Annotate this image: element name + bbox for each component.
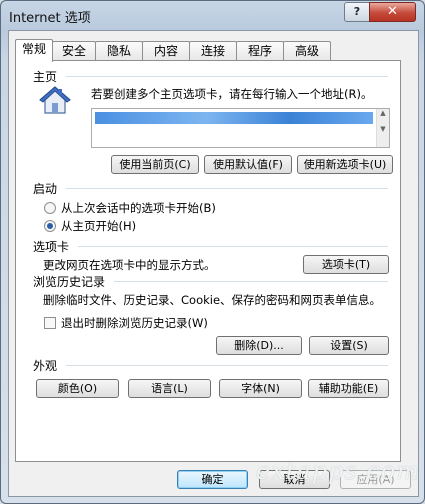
title-bar[interactable]: Internet 选项 ? ✕ xyxy=(1,1,424,29)
startup-home-page-label[interactable]: 从主页开始(H) xyxy=(61,218,136,234)
tabs-section-title: 选项卡 xyxy=(33,240,70,254)
startup-section-title: 启动 xyxy=(33,182,58,196)
appearance-divider xyxy=(66,365,388,366)
delete-history-button[interactable]: 删除(D)... xyxy=(216,336,302,355)
home-page-url-field[interactable]: ▲ ▼ xyxy=(91,108,390,148)
help-button[interactable]: ? xyxy=(344,2,370,22)
use-current-button[interactable]: 使用当前页(C) xyxy=(111,155,199,174)
colors-button[interactable]: 颜色(O) xyxy=(36,379,119,398)
tab-connections[interactable]: 连接 xyxy=(189,41,237,61)
internet-options-window: Internet 选项 ? ✕ 常规 安全 隐私 内容 连接 程序 高级 主页 xyxy=(0,0,425,504)
use-default-button[interactable]: 使用默认值(F) xyxy=(204,155,292,174)
tab-general[interactable]: 常规 xyxy=(15,39,53,62)
ok-button[interactable]: 确定 xyxy=(177,470,248,489)
delete-on-exit-label[interactable]: 退出时删除浏览历史记录(W) xyxy=(61,315,208,331)
accessibility-button[interactable]: 辅助功能(E) xyxy=(308,379,389,398)
tabs-settings-button[interactable]: 选项卡(T) xyxy=(303,255,389,274)
tabs-divider xyxy=(78,246,388,247)
tab-advanced[interactable]: 高级 xyxy=(283,41,331,61)
window-title: Internet 选项 xyxy=(9,11,91,26)
startup-last-session-radio[interactable] xyxy=(44,202,56,214)
history-description: 删除临时文件、历史记录、Cookie、保存的密码和网页表单信息。 xyxy=(43,293,382,307)
history-settings-button[interactable]: 设置(S) xyxy=(309,336,389,355)
tab-programs[interactable]: 程序 xyxy=(236,41,284,61)
startup-home-page-radio[interactable] xyxy=(44,220,56,232)
appearance-section-title: 外观 xyxy=(33,359,58,373)
general-tab-panel: 主页 若要创建多个主页选项卡，请在每行输入一个地址(R)。 ▲ ▼ 使用当前页(C… xyxy=(15,60,401,462)
home-divider xyxy=(66,76,388,77)
watermark-logo: extapps.com xyxy=(256,457,421,485)
tabs-description: 更改网页在选项卡中的显示方式。 xyxy=(43,258,216,272)
selected-url-text xyxy=(95,112,373,124)
startup-divider xyxy=(66,188,388,189)
startup-last-session-label[interactable]: 从上次会话中的选项卡开始(B) xyxy=(61,200,216,216)
tab-security[interactable]: 安全 xyxy=(52,41,96,61)
use-new-tab-button[interactable]: 使用新选项卡(U) xyxy=(297,155,393,174)
url-field-scrollbar[interactable]: ▲ ▼ xyxy=(376,109,389,147)
dialog-client: 常规 安全 隐私 内容 连接 程序 高级 主页 若要创建多个主页选项卡，请在每行… xyxy=(8,30,419,497)
tab-content[interactable]: 内容 xyxy=(142,41,190,61)
history-divider xyxy=(114,281,388,282)
home-section-title: 主页 xyxy=(33,70,58,84)
delete-on-exit-checkbox[interactable] xyxy=(44,317,56,329)
history-section-title: 浏览历史记录 xyxy=(33,275,106,289)
fonts-button[interactable]: 字体(N) xyxy=(219,379,302,398)
close-button[interactable]: ✕ xyxy=(369,2,416,22)
languages-button[interactable]: 语言(L) xyxy=(128,379,211,398)
home-description: 若要创建多个主页选项卡，请在每行输入一个地址(R)。 xyxy=(91,87,373,101)
tab-privacy[interactable]: 隐私 xyxy=(95,41,143,61)
house-icon xyxy=(39,85,71,115)
